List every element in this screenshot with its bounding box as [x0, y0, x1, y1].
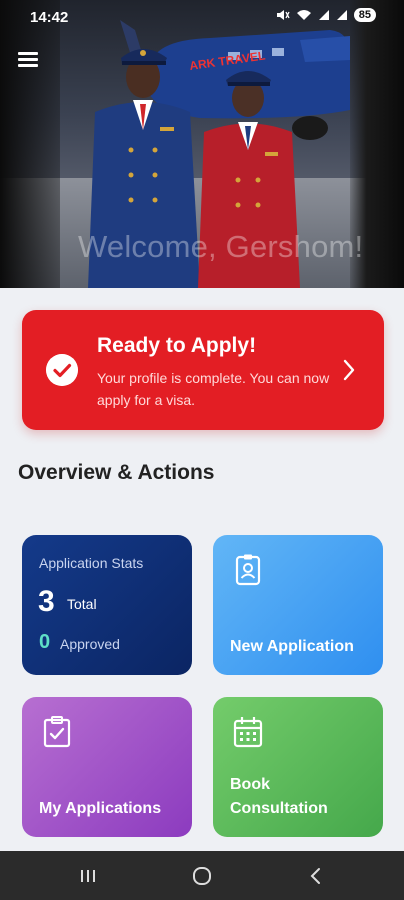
- clipboard-check-icon: [43, 716, 71, 748]
- id-badge-icon: [235, 554, 261, 586]
- hero-banner: ARK TRAVEL 14:42 85 Welcome, Gershom!: [0, 0, 404, 288]
- section-title: Overview & Actions: [18, 461, 215, 484]
- new-application-label: New Application: [230, 638, 354, 655]
- signal-icon: [318, 10, 329, 20]
- total-count: 3: [38, 585, 55, 618]
- status-bar: 14:42 85: [0, 0, 404, 34]
- status-time: 14:42: [30, 9, 69, 26]
- back-icon[interactable]: [304, 864, 328, 888]
- welcome-text: Welcome, Gershom!: [78, 229, 364, 264]
- book-label-line2: Consultation: [230, 800, 328, 817]
- battery-indicator: 85: [353, 8, 376, 22]
- ready-message: Your profile is complete. You can now ap…: [97, 370, 330, 408]
- new-application-card[interactable]: New Application: [213, 535, 383, 675]
- my-applications-card[interactable]: My Applications: [22, 697, 192, 837]
- mute-icon: [276, 10, 290, 20]
- menu-icon[interactable]: [18, 50, 42, 70]
- wifi-icon: [296, 10, 311, 20]
- signal-icon: [336, 10, 347, 20]
- ready-title: Ready to Apply!: [97, 334, 257, 357]
- system-nav-bar: [0, 851, 404, 900]
- application-stats-card[interactable]: Application Stats 3 Total 0 Approved: [22, 535, 192, 675]
- stats-label: Application Stats: [39, 555, 144, 571]
- chevron-right-icon: [343, 359, 355, 381]
- my-applications-label: My Applications: [39, 800, 162, 817]
- approved-count: 0: [39, 631, 51, 653]
- approved-label: Approved: [60, 636, 120, 652]
- recent-apps-icon[interactable]: [76, 864, 100, 888]
- check-circle-icon: [46, 354, 78, 386]
- book-label-line1: Book: [230, 776, 270, 793]
- calendar-icon: [233, 717, 263, 748]
- home-icon[interactable]: [190, 864, 214, 888]
- ready-to-apply-banner[interactable]: Ready to Apply! Your profile is complete…: [22, 310, 384, 430]
- book-consultation-card[interactable]: Book Consultation: [213, 697, 383, 837]
- total-label: Total: [67, 596, 97, 612]
